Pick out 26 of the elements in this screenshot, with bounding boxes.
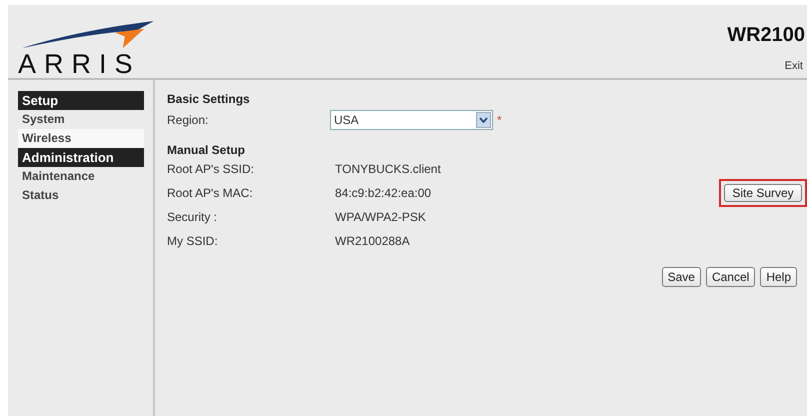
required-mark: * bbox=[497, 112, 502, 128]
field-value: WR2100288A bbox=[335, 233, 411, 250]
field-value: 84:c9:b2:42:ea:00 bbox=[335, 185, 432, 202]
action-button[interactable]: Save bbox=[662, 267, 701, 287]
site-survey-button[interactable]: Site Survey bbox=[724, 184, 802, 202]
section-title: Basic Settings bbox=[167, 91, 251, 106]
field-value: TONYBUCKS.client bbox=[335, 161, 442, 178]
action-button[interactable]: Cancel bbox=[706, 267, 756, 287]
field-label: My SSID: bbox=[167, 233, 219, 250]
field-value: WPA/WPA2-PSK bbox=[335, 209, 427, 226]
field-label: Root AP's SSID: bbox=[167, 161, 255, 178]
sidebar-item[interactable]: System bbox=[18, 110, 144, 129]
sidebar-section-header: Administration bbox=[18, 148, 144, 167]
field-label: Security : bbox=[167, 209, 218, 226]
brand-logo-text: ARRIS bbox=[18, 51, 142, 78]
sidebar-item[interactable]: Wireless bbox=[18, 129, 144, 148]
field-label: Region: bbox=[167, 112, 210, 128]
field-label: Root AP's MAC: bbox=[167, 185, 254, 202]
action-button[interactable]: Help bbox=[760, 267, 797, 287]
section-title: Manual Setup bbox=[167, 142, 246, 157]
exit-link[interactable]: Exit bbox=[784, 58, 803, 74]
sidebar-section-header: Setup bbox=[18, 91, 144, 110]
model-title: WR2100 bbox=[727, 23, 805, 48]
region-select[interactable]: USA bbox=[330, 110, 493, 130]
sidebar-item[interactable]: Status bbox=[18, 186, 144, 205]
sidebar-item[interactable]: Maintenance bbox=[18, 167, 144, 186]
